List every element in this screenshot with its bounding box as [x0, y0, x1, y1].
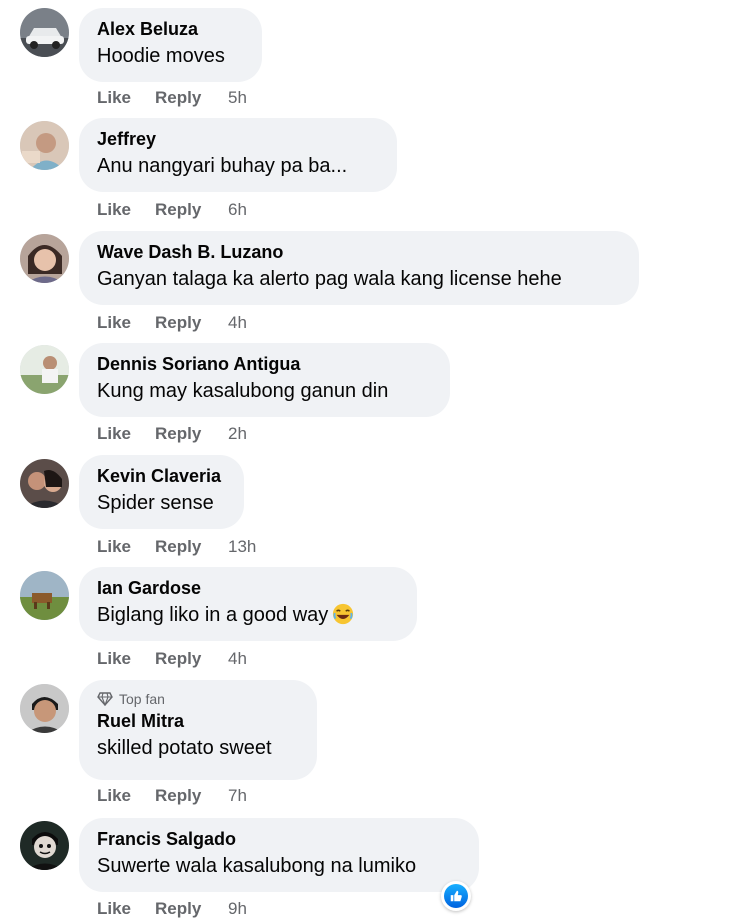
- avatar[interactable]: [20, 121, 69, 170]
- like-reaction-icon: [450, 890, 462, 902]
- person-avatar-icon: [20, 234, 69, 283]
- outdoor-avatar-icon: [20, 345, 69, 394]
- couple-avatar-icon: [20, 459, 69, 508]
- comment-text: Biglang liko in a good way: [97, 601, 399, 629]
- like-button[interactable]: Like: [97, 899, 155, 919]
- comment-time[interactable]: 5h: [228, 88, 247, 108]
- avatar[interactable]: [20, 459, 69, 508]
- comment-actions: Like Reply 4h: [97, 649, 247, 669]
- comment-text: Anu nangyari buhay pa ba...: [97, 155, 348, 177]
- like-button[interactable]: Like: [97, 786, 155, 806]
- comment-text: skilled potato sweet: [97, 737, 272, 759]
- comment-bubble: Ian Gardose Biglang liko in a good way: [79, 567, 417, 641]
- comment-text: Suwerte wala kasalubong na lumiko: [97, 855, 417, 877]
- comment-text: Spider sense: [97, 492, 214, 514]
- like-button[interactable]: Like: [97, 200, 155, 220]
- like-button[interactable]: Like: [97, 313, 155, 333]
- comment-text: Hoodie moves: [97, 45, 225, 67]
- comment-author[interactable]: Francis Salgado: [97, 828, 461, 850]
- comment-bubble: Wave Dash B. Luzano Ganyan talaga ka ale…: [79, 231, 639, 305]
- comment-author[interactable]: Kevin Claveria: [97, 465, 226, 487]
- comment-time[interactable]: 9h: [228, 899, 247, 919]
- person-avatar-icon: [20, 821, 69, 870]
- comment-author[interactable]: Alex Beluza: [97, 18, 244, 40]
- comment-time[interactable]: 4h: [228, 649, 247, 669]
- comment-time[interactable]: 6h: [228, 200, 247, 220]
- top-fan-label: Top fan: [119, 691, 165, 707]
- landscape-avatar-icon: [20, 571, 69, 620]
- reply-button[interactable]: Reply: [155, 88, 228, 108]
- avatar[interactable]: [20, 234, 69, 283]
- reply-button[interactable]: Reply: [155, 313, 228, 333]
- person-avatar-icon: [20, 121, 69, 170]
- comment-text-content: Biglang liko in a good way: [97, 604, 329, 626]
- laughing-emoji-icon: [333, 603, 354, 625]
- car-avatar-icon: [20, 8, 69, 57]
- comment-time[interactable]: 13h: [228, 537, 256, 557]
- top-fan-badge: Top fan: [97, 690, 299, 708]
- comment-time[interactable]: 4h: [228, 313, 247, 333]
- reply-button[interactable]: Reply: [155, 649, 228, 669]
- comment-actions: Like Reply 9h: [97, 899, 247, 919]
- comment-text: Ganyan talaga ka alerto pag wala kang li…: [97, 268, 562, 290]
- avatar[interactable]: [20, 345, 69, 394]
- comment-author[interactable]: Ian Gardose: [97, 577, 399, 599]
- person-avatar-icon: [20, 684, 69, 733]
- avatar[interactable]: [20, 8, 69, 57]
- reply-button[interactable]: Reply: [155, 899, 228, 919]
- comment-bubble: Jeffrey Anu nangyari buhay pa ba...: [79, 118, 397, 192]
- reply-button[interactable]: Reply: [155, 200, 228, 220]
- comment-actions: Like Reply 13h: [97, 537, 256, 557]
- like-button[interactable]: Like: [97, 424, 155, 444]
- comment-bubble: Dennis Soriano Antigua Kung may kasalubo…: [79, 343, 450, 417]
- comment-actions: Like Reply 7h: [97, 786, 247, 806]
- comment-actions: Like Reply 4h: [97, 313, 247, 333]
- avatar[interactable]: [20, 684, 69, 733]
- reply-button[interactable]: Reply: [155, 786, 228, 806]
- comment-actions: Like Reply 5h: [97, 88, 247, 108]
- comment-author[interactable]: Dennis Soriano Antigua: [97, 353, 432, 375]
- diamond-icon: [97, 692, 113, 706]
- comment-actions: Like Reply 6h: [97, 200, 247, 220]
- comment-bubble: Kevin Claveria Spider sense: [79, 455, 244, 529]
- like-button[interactable]: Like: [97, 649, 155, 669]
- like-button[interactable]: Like: [97, 88, 155, 108]
- comment-bubble: Francis Salgado Suwerte wala kasalubong …: [79, 818, 479, 892]
- comment-author[interactable]: Jeffrey: [97, 128, 379, 150]
- comment-time[interactable]: 2h: [228, 424, 247, 444]
- avatar[interactable]: [20, 821, 69, 870]
- comment-author[interactable]: Wave Dash B. Luzano: [97, 241, 621, 263]
- comment-bubble: Top fan Ruel Mitra skilled potato sweet: [79, 680, 317, 780]
- reply-button[interactable]: Reply: [155, 424, 228, 444]
- comment-author[interactable]: Ruel Mitra: [97, 710, 299, 732]
- reply-button[interactable]: Reply: [155, 537, 228, 557]
- like-reaction-badge[interactable]: [441, 881, 471, 911]
- comment-time[interactable]: 7h: [228, 786, 247, 806]
- comment-bubble: Alex Beluza Hoodie moves: [79, 8, 262, 82]
- comment-actions: Like Reply 2h: [97, 424, 247, 444]
- comment-text: Kung may kasalubong ganun din: [97, 380, 389, 402]
- avatar[interactable]: [20, 571, 69, 620]
- like-button[interactable]: Like: [97, 537, 155, 557]
